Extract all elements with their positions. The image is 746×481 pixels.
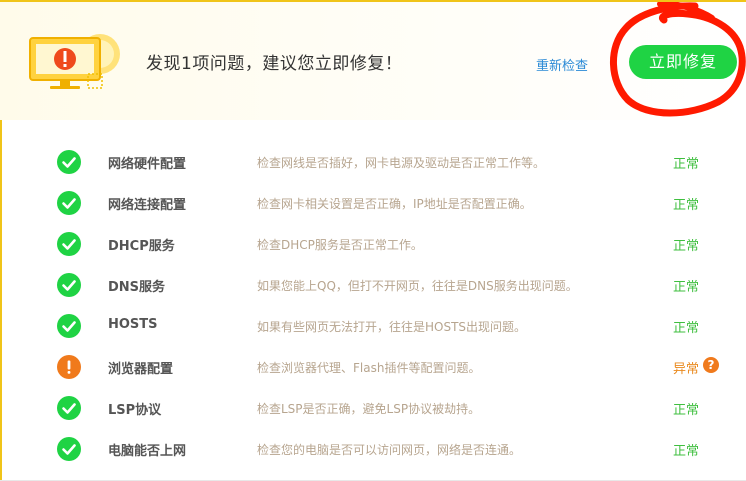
check-item-status: 正常: [673, 444, 700, 459]
check-circle-icon: [57, 437, 81, 461]
warning-circle-icon: [57, 355, 81, 379]
check-item-status: 正常: [673, 239, 700, 254]
check-item-name: DHCP服务: [108, 239, 175, 254]
check-item-description: 如果有些网页无法打开，往往是HOSTS出现问题。: [257, 320, 527, 334]
check-circle-icon: [57, 314, 81, 338]
check-item: DNS服务 如果您能上QQ，但打不开网页，往往是DNS服务出现问题。 正常: [0, 264, 746, 305]
check-item-name: 电脑能否上网: [108, 444, 187, 459]
check-item-description: 检查网卡相关设置是否正确，IP地址是否配置正确。: [257, 197, 532, 211]
recheck-link[interactable]: 重新检查: [536, 55, 588, 74]
check-item-status: 正常: [673, 403, 700, 418]
check-item: LSP协议 检查LSP是否正确，避免LSP协议被劫持。 正常: [0, 387, 746, 428]
check-item: 电脑能否上网 检查您的电脑是否可以访问网页，网络是否连通。 正常: [0, 428, 746, 469]
check-circle-icon: [57, 191, 81, 215]
fix-now-button[interactable]: 立即修复: [629, 45, 737, 79]
check-item: DHCP服务 检查DHCP服务是否正常工作。 正常: [0, 223, 746, 264]
check-item-status: 正常: [673, 280, 700, 295]
check-item: 网络连接配置 检查网卡相关设置是否正确，IP地址是否配置正确。 正常: [0, 182, 746, 223]
check-list: 网络硬件配置 检查网线是否插好，网卡电源及驱动是否正常工作等。 正常 网络连接配置 检查…: [0, 141, 746, 469]
check-circle-icon: [57, 232, 81, 256]
check-item: 浏览器配置 检查浏览器代理、Flash插件等配置问题。 异常?: [0, 346, 746, 387]
result-headline: 发现1项问题，建议您立即修复！: [146, 54, 403, 74]
check-circle-icon: [57, 273, 81, 297]
check-item-name: LSP协议: [108, 403, 162, 418]
check-item-status: 异常: [673, 362, 700, 377]
check-item: 网络硬件配置 检查网线是否插好，网卡电源及驱动是否正常工作等。 正常: [0, 141, 746, 182]
check-item: HOSTS 如果有些网页无法打开，往往是HOSTS出现问题。 正常: [0, 305, 746, 346]
check-item-status: 正常: [673, 198, 700, 213]
check-item-status: 正常: [673, 157, 700, 172]
help-question-icon[interactable]: ?: [703, 357, 719, 373]
check-item-name: 浏览器配置: [108, 362, 174, 377]
check-item-description: 检查您的电脑是否可以访问网页，网络是否连通。: [257, 443, 522, 457]
check-circle-icon: [57, 150, 81, 174]
warning-monitor-icon: [29, 34, 120, 89]
check-item-name: DNS服务: [108, 280, 166, 295]
check-item-status: 正常: [673, 321, 700, 336]
check-item-name: HOSTS: [108, 317, 158, 332]
check-item-description: 检查网线是否插好，网卡电源及驱动是否正常工作等。: [257, 156, 546, 170]
check-circle-icon: [57, 396, 81, 420]
check-item-description: 检查DHCP服务是否正常工作。: [257, 238, 423, 252]
result-header: 发现1项问题，建议您立即修复！ 重新检查 立即修复: [0, 2, 746, 120]
check-item-description: 检查LSP是否正确，避免LSP协议被劫持。: [257, 402, 481, 416]
check-item-name: 网络连接配置: [108, 198, 187, 213]
check-item-description: 如果您能上QQ，但打不开网页，往往是DNS服务出现问题。: [257, 279, 578, 293]
check-item-description: 检查浏览器代理、Flash插件等配置问题。: [257, 361, 481, 375]
check-item-name: 网络硬件配置: [108, 157, 187, 172]
